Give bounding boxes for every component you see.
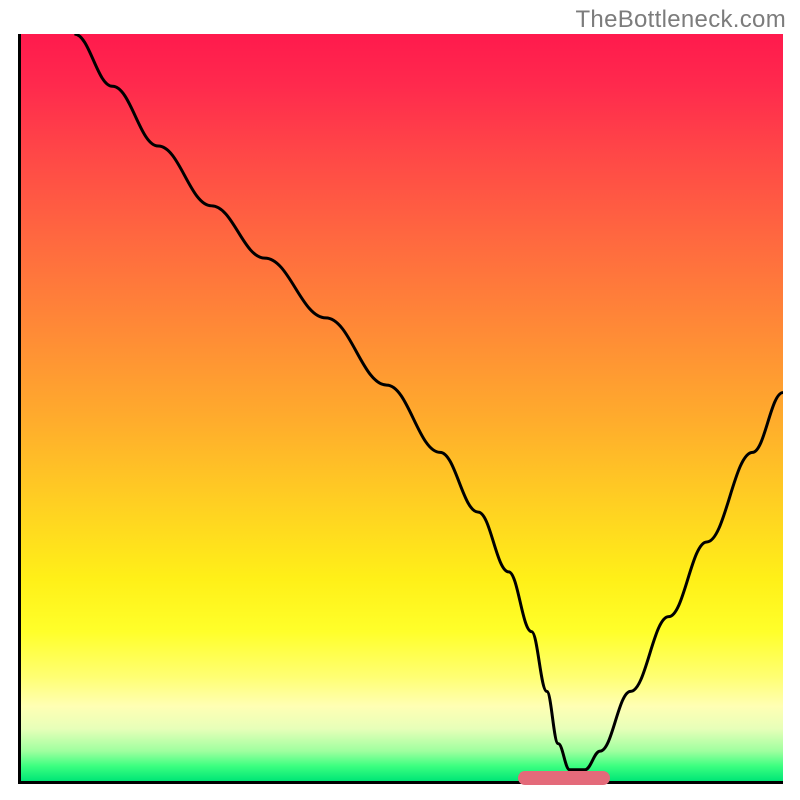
curve-path xyxy=(74,34,783,770)
bottleneck-curve xyxy=(21,34,783,781)
chart-area xyxy=(18,34,783,784)
watermark-text: TheBottleneck.com xyxy=(575,6,786,34)
optimal-range-marker xyxy=(518,771,610,785)
